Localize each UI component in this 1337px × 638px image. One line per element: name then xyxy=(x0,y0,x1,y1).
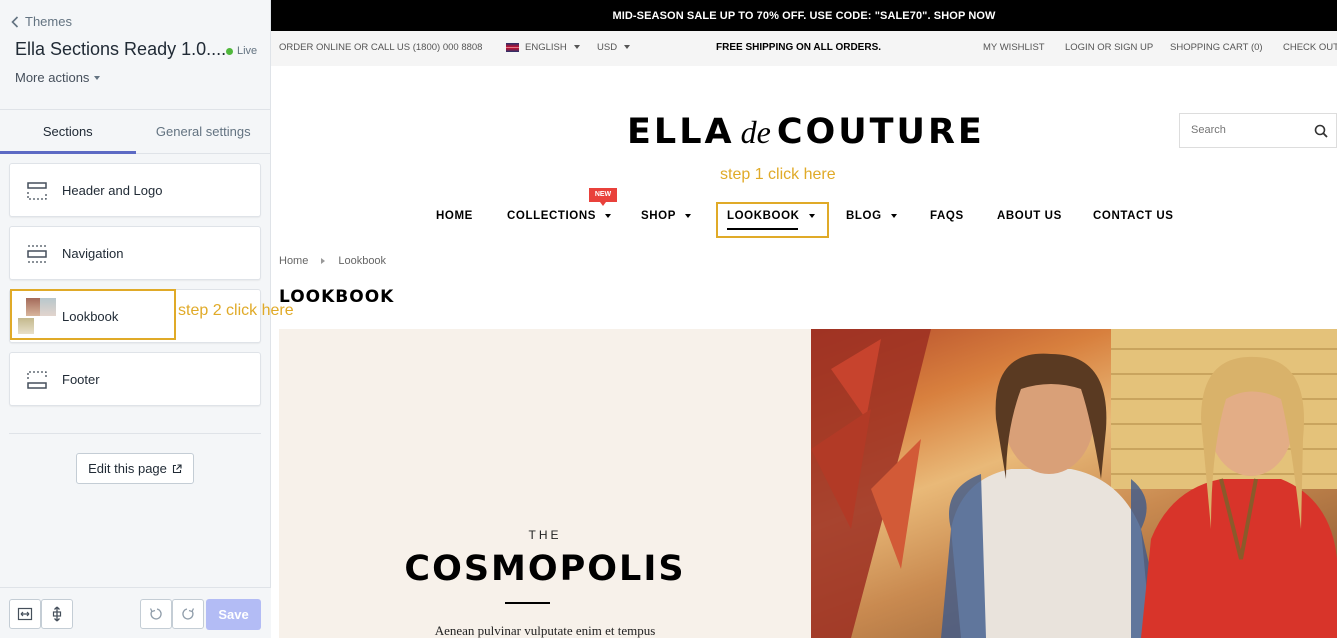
store-logo[interactable]: ELLA de COUTURE xyxy=(627,112,985,152)
logo-text: de xyxy=(740,114,771,150)
logo-text: COUTURE xyxy=(776,112,985,152)
nav-home[interactable]: HOME xyxy=(436,210,473,222)
edit-page-label: Edit this page xyxy=(88,461,167,476)
back-label: Themes xyxy=(25,14,72,29)
caret-down-icon xyxy=(94,75,101,80)
banner-description: Aenean pulvinar vulputate enim et tempus xyxy=(434,623,656,638)
caret-down-icon xyxy=(890,213,897,218)
language-label: ENGLISH xyxy=(525,42,567,53)
free-shipping-text: FREE SHIPPING ON ALL ORDERS. xyxy=(716,42,882,53)
wishlist-link[interactable]: MY WISHLIST xyxy=(983,42,1045,53)
banner-pretitle: THE xyxy=(528,528,562,542)
theme-name: Ella Sections Ready 1.0.... xyxy=(15,39,227,59)
navigation-section-icon xyxy=(27,245,47,263)
external-link-icon xyxy=(172,463,182,473)
inspector-toggle-button[interactable] xyxy=(41,599,73,629)
section-header-and-logo[interactable]: Header and Logo xyxy=(9,163,261,217)
nav-contact-us[interactable]: CONTACT US xyxy=(1093,210,1174,222)
redo-icon xyxy=(182,608,195,620)
annotation-step-1: step 1 click here xyxy=(720,166,836,183)
back-to-themes-link[interactable]: Themes xyxy=(11,14,72,29)
sidebar-tabs: Sections General settings xyxy=(0,110,271,154)
banner-divider xyxy=(505,602,550,604)
search-box xyxy=(1179,113,1337,148)
page-title: LOOKBOOK xyxy=(279,287,395,307)
new-badge: NEW xyxy=(589,188,617,206)
section-footer[interactable]: Footer xyxy=(9,352,261,406)
contact-phone-text: ORDER ONLINE OR CALL US (1800) 000 8808 xyxy=(279,42,483,53)
theme-editor: Themes Ella Sections Ready 1.0.... Live … xyxy=(0,0,1337,638)
currency-label: USD xyxy=(597,42,618,53)
editor-toolbar: Save xyxy=(0,587,271,638)
cart-link[interactable]: SHOPPING CART (0) xyxy=(1170,42,1263,53)
nav-about-us[interactable]: ABOUT US xyxy=(997,210,1062,222)
divider xyxy=(9,433,261,434)
checkout-link[interactable]: CHECK OUT xyxy=(1283,42,1337,53)
caret-down-icon xyxy=(624,45,631,50)
tab-sections[interactable]: Sections xyxy=(0,110,136,154)
more-actions-label: More actions xyxy=(15,70,90,85)
nav-label: SHOP xyxy=(641,210,676,222)
undo-button[interactable] xyxy=(140,599,172,629)
tab-general-settings[interactable]: General settings xyxy=(136,110,272,153)
logo-text: ELLA xyxy=(627,112,735,152)
nav-label: COLLECTIONS xyxy=(507,210,597,222)
language-selector[interactable]: ENGLISH xyxy=(506,42,580,53)
live-dot-icon xyxy=(226,47,233,55)
login-link[interactable]: LOGIN OR SIGN UP xyxy=(1065,42,1153,53)
section-label: Header and Logo xyxy=(62,183,163,198)
nav-faqs[interactable]: FAQS xyxy=(930,210,964,222)
move-cursor-icon xyxy=(52,606,62,622)
edit-this-page-button[interactable]: Edit this page xyxy=(76,453,194,484)
lookbook-banner-text: THE COSMOPOLIS Aenean pulvinar vulputate… xyxy=(279,329,811,638)
undo-icon xyxy=(149,608,162,620)
section-label: Navigation xyxy=(62,246,124,261)
annotation-step-2: step 2 click here xyxy=(178,302,294,319)
breadcrumb-home[interactable]: Home xyxy=(279,255,308,267)
breadcrumb: Home Lookbook xyxy=(279,255,386,267)
save-button[interactable]: Save xyxy=(206,599,261,630)
uk-flag-icon xyxy=(506,42,519,52)
section-label: Footer xyxy=(62,372,100,387)
caret-down-icon xyxy=(685,213,691,218)
live-label: Live xyxy=(237,45,258,57)
breadcrumb-current: Lookbook xyxy=(338,255,387,267)
chevron-right-icon xyxy=(321,258,326,264)
lookbook-banner-photo[interactable] xyxy=(811,329,1337,638)
redo-button[interactable] xyxy=(172,599,204,629)
section-navigation[interactable]: Navigation xyxy=(9,226,261,280)
promo-banner[interactable]: MID-SEASON SALE UP TO 70% OFF. USE CODE:… xyxy=(271,0,1337,31)
annotation-highlight-lookbook-section xyxy=(10,289,176,340)
banner-title: COSMOPOLIS xyxy=(404,549,686,589)
full-width-preview-button[interactable] xyxy=(9,599,41,629)
currency-selector[interactable]: USD xyxy=(597,42,631,53)
more-actions-dropdown[interactable]: More actions xyxy=(15,70,101,85)
search-input[interactable] xyxy=(1191,124,1301,136)
storefront-preview: MID-SEASON SALE UP TO 70% OFF. USE CODE:… xyxy=(271,0,1337,638)
expand-horizontal-icon xyxy=(17,607,33,621)
search-icon[interactable] xyxy=(1314,124,1328,138)
nav-label: BLOG xyxy=(846,210,882,222)
utility-bar: ORDER ONLINE OR CALL US (1800) 000 8808 … xyxy=(271,31,1337,66)
lookbook-photo-illustration xyxy=(811,329,1337,638)
header-section-icon xyxy=(27,182,47,200)
nav-shop[interactable]: SHOP xyxy=(641,210,691,222)
caret-down-icon xyxy=(573,45,580,50)
caret-down-icon xyxy=(605,213,612,218)
nav-collections[interactable]: COLLECTIONS xyxy=(507,210,612,222)
live-status-badge: Live xyxy=(226,45,257,57)
nav-blog[interactable]: BLOG xyxy=(846,210,897,222)
annotation-highlight-lookbook-nav xyxy=(716,202,829,238)
footer-section-icon xyxy=(27,371,47,389)
chevron-left-icon xyxy=(11,15,19,28)
